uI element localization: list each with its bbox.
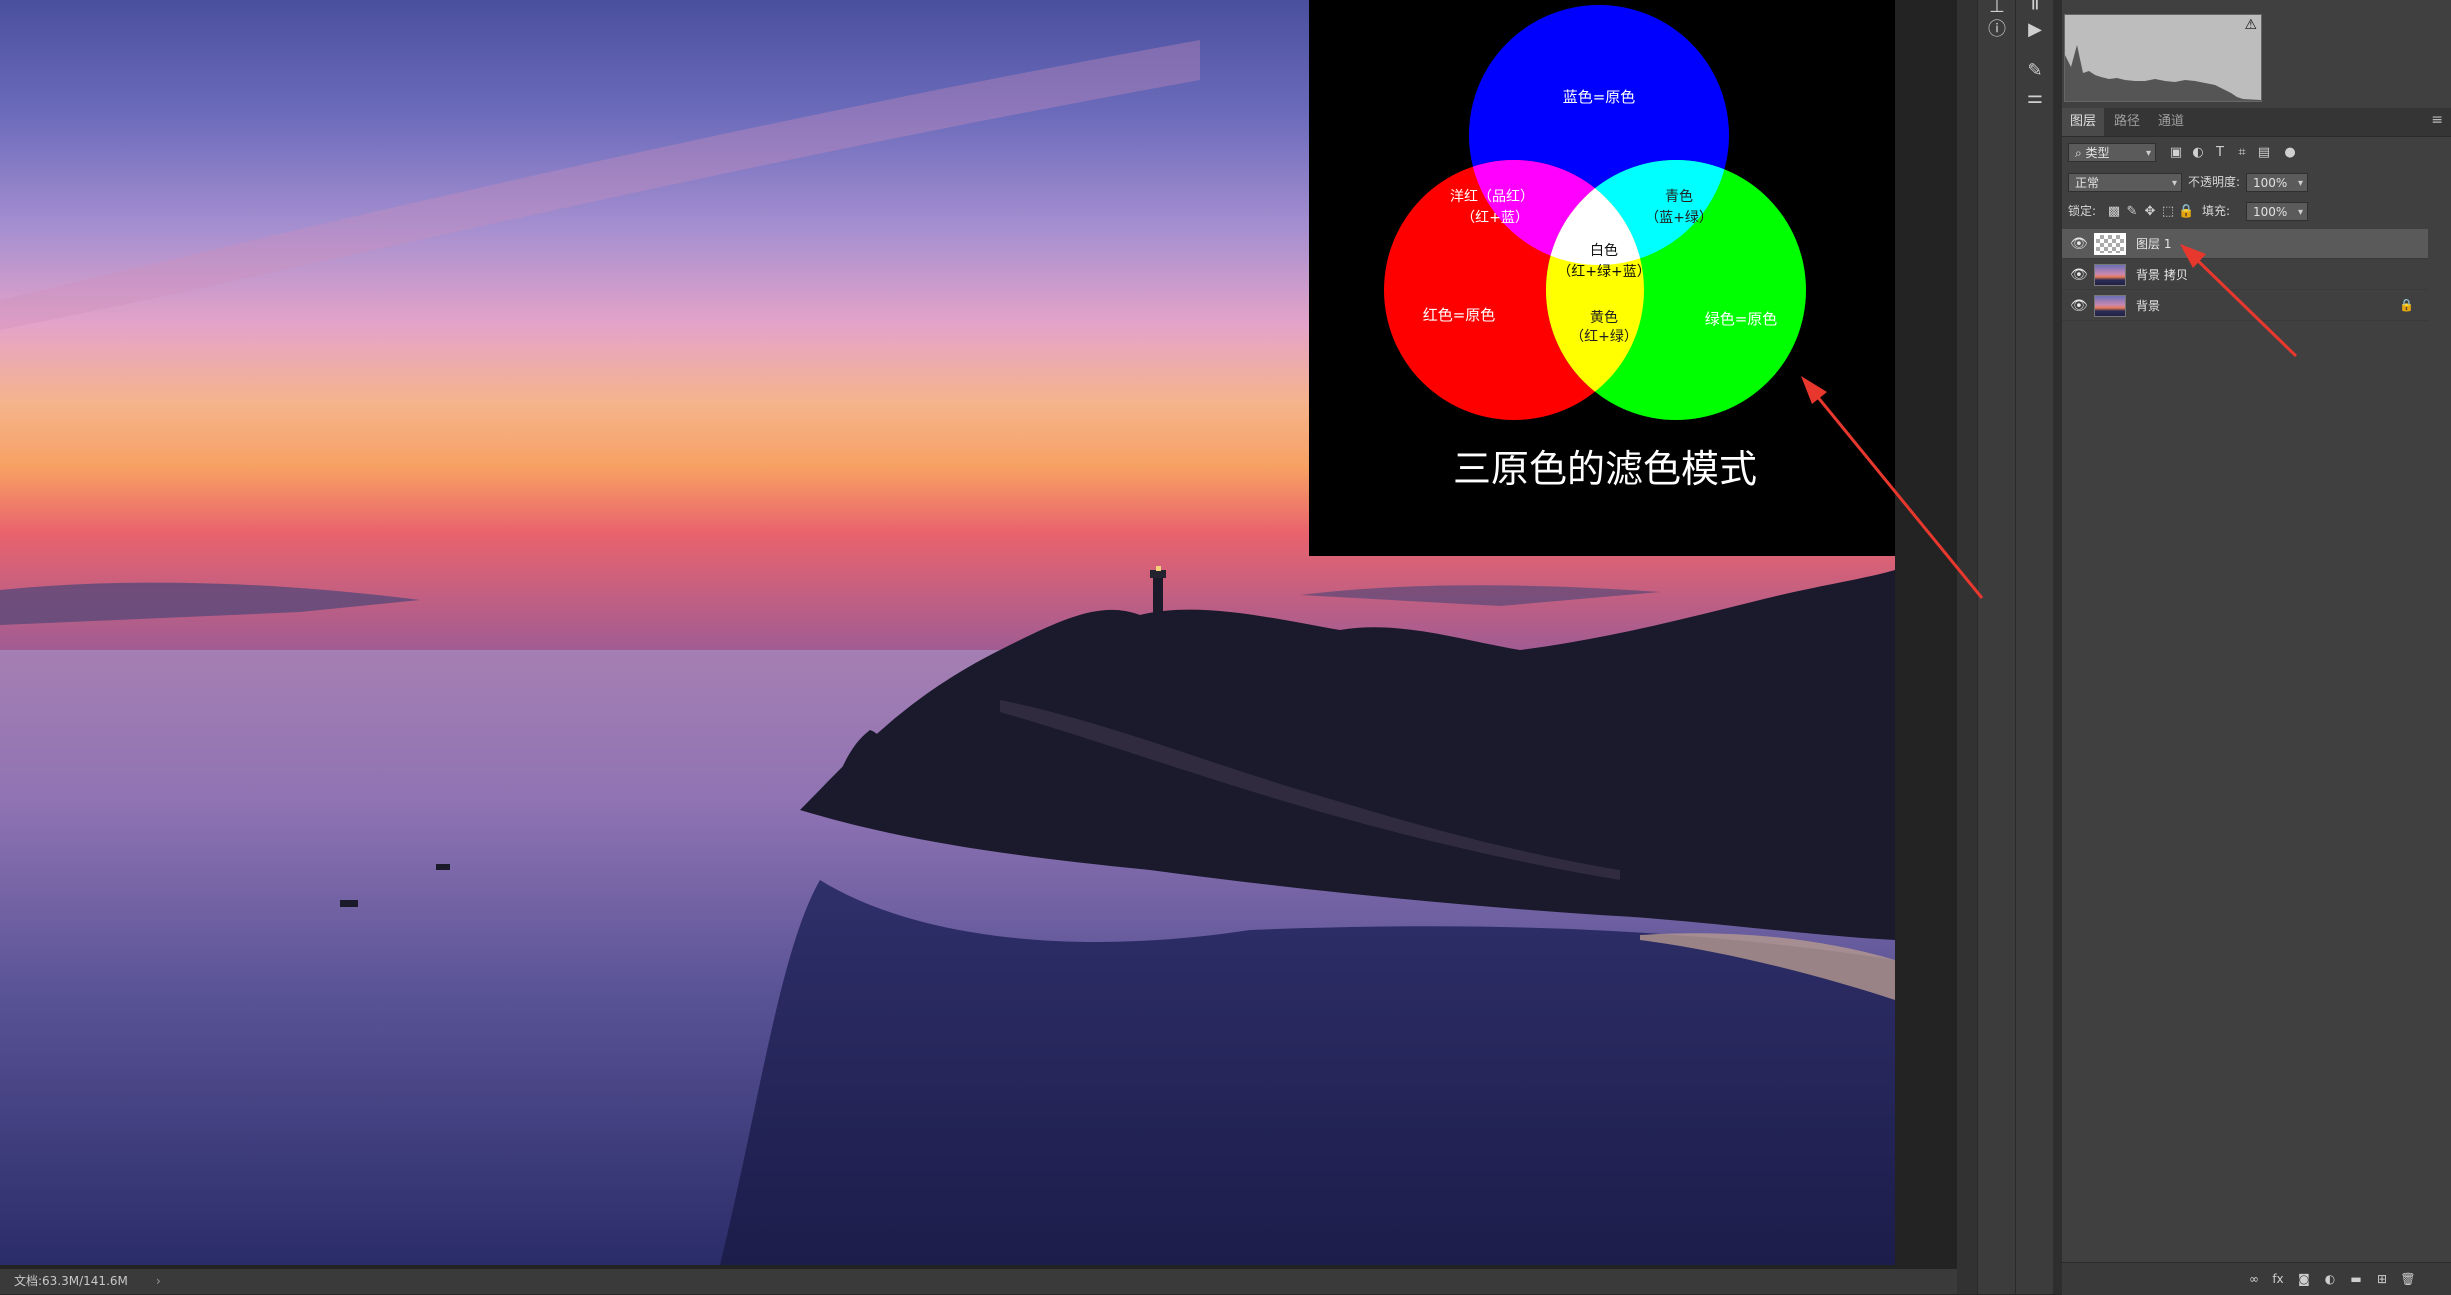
- label-yellow-1: 黄色: [1590, 309, 1618, 326]
- document-canvas[interactable]: 蓝色=原色 洋红（品红） （红+蓝） 青色 （蓝+绿） 白色 （红+绿+蓝） 红…: [0, 0, 1957, 1269]
- label-white-1: 白色: [1590, 242, 1618, 259]
- rgb-screen-diagram: 蓝色=原色 洋红（品红） （红+蓝） 青色 （蓝+绿） 白色 （红+绿+蓝） 红…: [1309, 0, 1895, 556]
- tab-paths[interactable]: 路径: [2106, 108, 2148, 136]
- layer-name[interactable]: 背景 拷贝: [2136, 260, 2188, 290]
- filter-smart-object-icon[interactable]: ▤: [2256, 143, 2272, 162]
- label-white-2: （红+绿+蓝）: [1557, 264, 1650, 280]
- opacity-label: 不透明度:: [2188, 175, 2241, 189]
- label-red: 红色=原色: [1423, 306, 1496, 324]
- tab-channels[interactable]: 通道: [2150, 108, 2192, 136]
- play-actions-icon[interactable]: ▶: [2022, 17, 2048, 43]
- new-layer-icon[interactable]: ⊞: [2374, 1271, 2390, 1287]
- opacity-value: 100%: [2253, 176, 2288, 190]
- label-green: 绿色=原色: [1705, 310, 1778, 328]
- layer-thumbnail: [2094, 295, 2126, 317]
- label-yellow-2: （红+绿）: [1570, 329, 1638, 345]
- layer-thumbnail: [2094, 264, 2126, 286]
- fill-value: 100%: [2253, 205, 2288, 219]
- info-icon[interactable]: ⓘ: [1984, 17, 2010, 43]
- warning-icon[interactable]: ⚠: [2244, 17, 2257, 33]
- link-layers-icon[interactable]: ∞: [2246, 1271, 2262, 1287]
- filter-kind-select[interactable]: ⌕ 类型 ▾: [2068, 143, 2156, 162]
- chevron-down-icon: ▾: [2297, 178, 2303, 189]
- filter-row: ⌕ 类型 ▾ ▣ ◐ T ⌗ ▤ ●: [2062, 143, 2451, 173]
- layer-row-background[interactable]: 👁 背景 🔒: [2062, 291, 2428, 321]
- tab-layers[interactable]: 图层: [2062, 108, 2105, 136]
- lock-pixels-icon[interactable]: ✎: [2124, 202, 2140, 221]
- add-mask-icon[interactable]: ◙: [2296, 1271, 2312, 1287]
- diagram-title: 三原色的滤色模式: [1453, 447, 1757, 491]
- blend-mode-value: 正常: [2075, 176, 2100, 190]
- panel-menu-icon[interactable]: ≡: [2431, 112, 2443, 128]
- group-folder-icon[interactable]: ▬: [2348, 1271, 2364, 1287]
- layer-row-layer-1[interactable]: 👁 图层 1: [2062, 229, 2428, 259]
- layers-tabs: 图层 路径 通道 ≡: [2062, 108, 2451, 137]
- histogram: ⚠: [2064, 14, 2262, 102]
- adjustment-layer-icon[interactable]: ◐: [2322, 1271, 2338, 1287]
- filter-type-icon[interactable]: T: [2212, 143, 2228, 162]
- canvas-scroll-edge[interactable]: [1957, 0, 1977, 1294]
- filter-kind-value: 类型: [2085, 146, 2110, 160]
- label-cyan-2: （蓝+绿）: [1645, 210, 1713, 226]
- opacity-field[interactable]: 100% ▾: [2246, 173, 2308, 192]
- layer-row-background-copy[interactable]: 👁 背景 拷贝: [2062, 260, 2428, 290]
- document-size: 文档:63.3M/141.6M: [14, 1274, 128, 1288]
- trash-icon[interactable]: 🗑: [2400, 1271, 2416, 1287]
- layer-name[interactable]: 图层 1: [2136, 229, 2171, 259]
- status-bar: 文档:63.3M/141.6M ›: [0, 1269, 1957, 1294]
- fill-field[interactable]: 100% ▾: [2246, 202, 2308, 221]
- lock-artboard-icon[interactable]: ⬚: [2160, 202, 2176, 221]
- adjustments-icon[interactable]: ⚌: [2022, 85, 2048, 111]
- collapsed-panel-strip-1: ⊥ ⓘ: [1977, 0, 2016, 1294]
- eye-icon[interactable]: 👁: [2070, 236, 2088, 252]
- chevron-down-icon: ▾: [2171, 178, 2177, 189]
- filter-pixel-icon[interactable]: ▣: [2168, 143, 2184, 162]
- lock-row: 锁定: ▩ ✎ ✥ ⬚ 🔒 填充: 100% ▾: [2062, 202, 2451, 232]
- filter-adjustment-icon[interactable]: ◐: [2190, 143, 2206, 162]
- fill-label: 填充:: [2202, 204, 2231, 218]
- lock-all-icon[interactable]: 🔒: [2178, 202, 2194, 221]
- chevron-down-icon: ▾: [2297, 207, 2303, 218]
- layer-thumbnail: [2094, 233, 2126, 255]
- label-blue: 蓝色=原色: [1563, 88, 1636, 106]
- label-cyan-1: 青色: [1665, 188, 1693, 205]
- blend-mode-select[interactable]: 正常 ▾: [2068, 173, 2182, 192]
- status-menu-chevron[interactable]: ›: [156, 1269, 161, 1294]
- lock-position-icon[interactable]: ✥: [2142, 202, 2158, 221]
- label-magenta-2: （红+蓝）: [1461, 210, 1529, 226]
- fx-icon[interactable]: fx: [2270, 1271, 2286, 1287]
- lock-label: 锁定:: [2068, 204, 2097, 218]
- eye-icon[interactable]: 👁: [2070, 298, 2088, 314]
- collapsed-panel-strip-2: ǁ ▶ ✎ ⚌: [2015, 0, 2054, 1294]
- search-icon: ⌕: [2075, 146, 2086, 160]
- chevron-down-icon: ▾: [2145, 148, 2151, 159]
- lock-transparency-icon[interactable]: ▩: [2106, 202, 2122, 221]
- layer-name[interactable]: 背景: [2136, 291, 2160, 321]
- eye-icon[interactable]: 👁: [2070, 267, 2088, 283]
- blend-row: 正常 ▾ 不透明度: 100% ▾: [2062, 173, 2451, 203]
- layers-bottom-bar: ∞ fx ◙ ◐ ▬ ⊞ 🗑: [2062, 1262, 2451, 1295]
- lock-icon: 🔒: [2399, 298, 2414, 312]
- brush-settings-icon[interactable]: ǁ: [2022, 0, 2048, 14]
- panel-divider: [2053, 0, 2062, 1294]
- filter-shape-icon[interactable]: ⌗: [2234, 143, 2250, 162]
- label-magenta-1: 洋红（品红）: [1450, 189, 1534, 205]
- filter-toggle-icon[interactable]: ●: [2282, 143, 2298, 162]
- brush-icon[interactable]: ✎: [2022, 58, 2048, 84]
